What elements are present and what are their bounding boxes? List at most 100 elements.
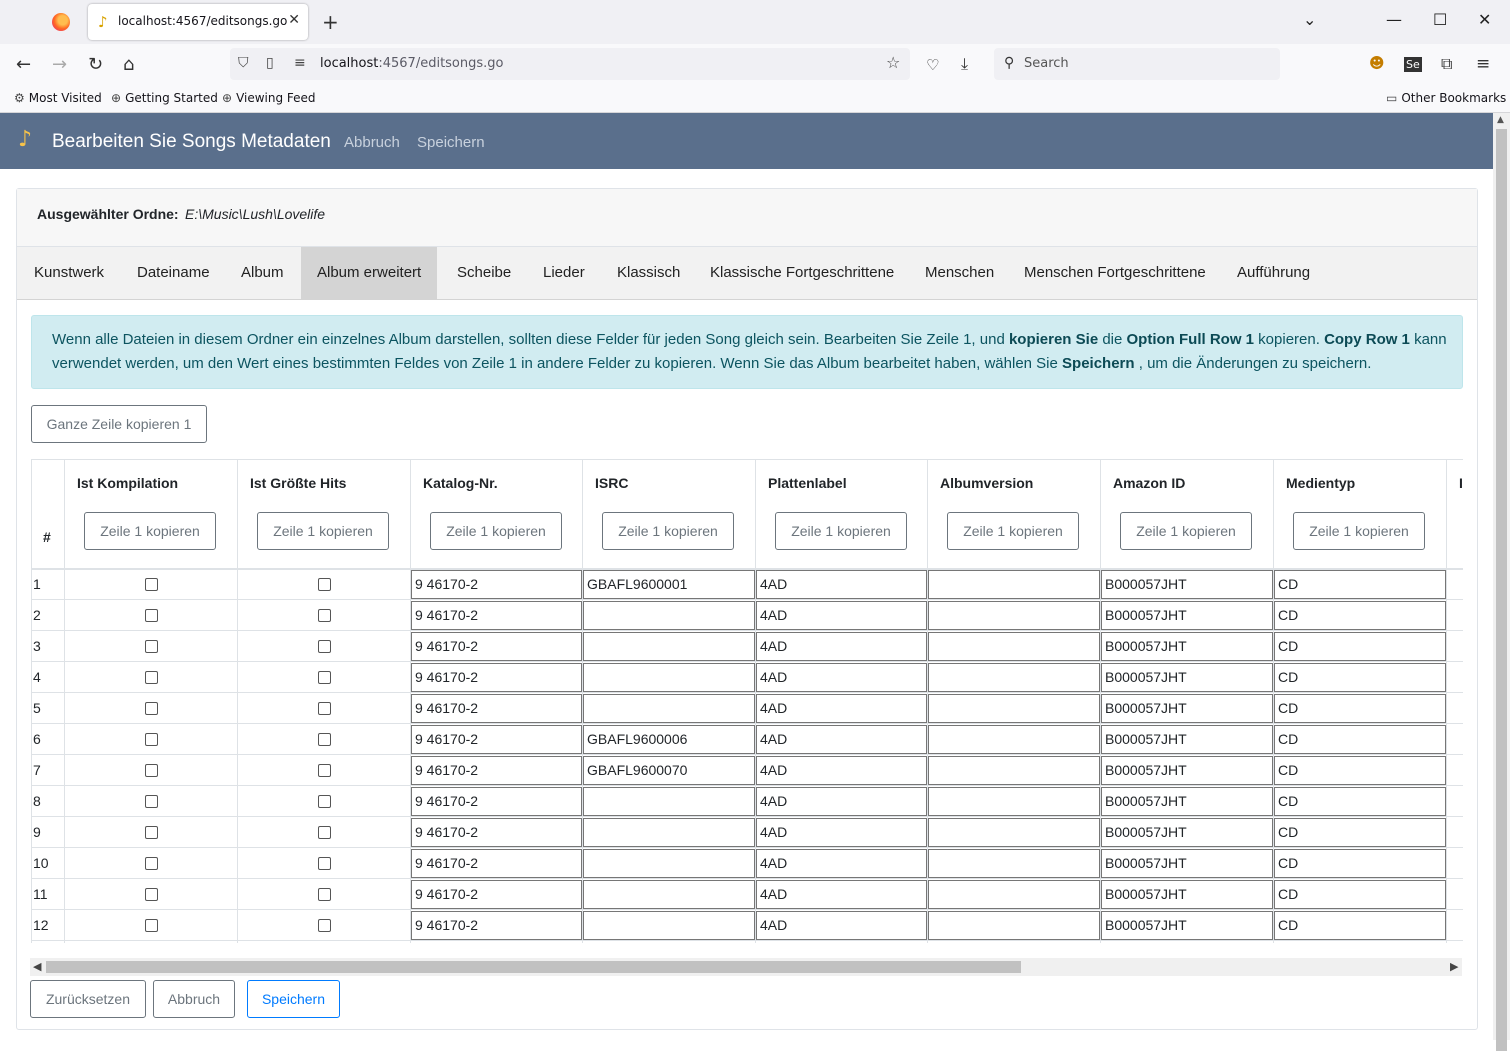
label-input[interactable]: 4AD <box>756 570 927 599</box>
browser-tab[interactable]: ♪ localhost:4567/editsongs.go ✕ <box>88 4 308 40</box>
scroll-left-icon[interactable]: ◀ <box>33 960 41 973</box>
copy-row1-button[interactable]: Zeile 1 kopieren <box>602 512 734 550</box>
tab-menschen-fortgeschrittene[interactable]: Menschen Fortgeschrittene <box>1008 247 1222 299</box>
pocket-icon[interactable]: ♡ <box>926 56 939 74</box>
label-input[interactable]: 4AD <box>756 694 927 723</box>
kompilation-checkbox[interactable] <box>145 702 158 715</box>
medium-input[interactable]: CD <box>1274 849 1446 878</box>
reset-button[interactable]: Zurücksetzen <box>30 980 146 1018</box>
save-button[interactable]: Speichern <box>247 980 340 1018</box>
nav-cancel-link[interactable]: Abbruch <box>344 134 400 151</box>
katalog-input[interactable]: 9 46170-2 <box>411 880 582 909</box>
bookmark-getting-started[interactable]: ⊕ Getting Started <box>111 91 218 105</box>
firefox-icon[interactable] <box>52 13 70 31</box>
version-input[interactable] <box>928 756 1100 785</box>
tab-scheibe[interactable]: Scheibe <box>441 247 527 299</box>
label-input[interactable]: 4AD <box>756 632 927 661</box>
minimize-icon[interactable]: — <box>1386 10 1402 29</box>
version-input[interactable] <box>928 663 1100 692</box>
kompilation-checkbox[interactable] <box>145 857 158 870</box>
version-input[interactable] <box>928 725 1100 754</box>
isrc-input[interactable] <box>583 601 755 630</box>
extension-icon[interactable]: ☻ <box>1369 54 1385 72</box>
label-input[interactable]: 4AD <box>756 818 927 847</box>
version-input[interactable] <box>928 570 1100 599</box>
medium-input[interactable]: CD <box>1274 725 1446 754</box>
copy-row1-button[interactable]: Zeile 1 kopieren <box>947 512 1079 550</box>
label-input[interactable]: 4AD <box>756 663 927 692</box>
amazon-input[interactable]: B000057JHT <box>1101 725 1273 754</box>
scrollbar-thumb[interactable] <box>46 961 1021 973</box>
katalog-input[interactable]: 9 46170-2 <box>411 663 582 692</box>
isrc-input[interactable] <box>583 787 755 816</box>
maximize-icon[interactable]: ☐ <box>1433 10 1447 29</box>
medium-input[interactable]: CD <box>1274 570 1446 599</box>
kompilation-checkbox[interactable] <box>145 826 158 839</box>
isrc-input[interactable]: GBAFL9600006 <box>583 725 755 754</box>
vertical-scrollbar[interactable]: ▲ <box>1493 113 1510 1051</box>
amazon-input[interactable]: B000057JHT <box>1101 818 1273 847</box>
katalog-input[interactable]: 9 46170-2 <box>411 632 582 661</box>
kompilation-checkbox[interactable] <box>145 640 158 653</box>
katalog-input[interactable]: 9 46170-2 <box>411 911 582 940</box>
bookmark-viewing-feed[interactable]: ⊕ Viewing Feed <box>222 91 316 105</box>
isrc-input[interactable] <box>583 849 755 878</box>
medium-input[interactable]: CD <box>1274 694 1446 723</box>
label-input[interactable]: 4AD <box>756 880 927 909</box>
home-icon[interactable]: ⌂ <box>123 54 134 75</box>
scroll-up-icon[interactable]: ▲ <box>1497 115 1504 125</box>
medium-input[interactable]: CD <box>1274 911 1446 940</box>
version-input[interactable] <box>928 787 1100 816</box>
version-input[interactable] <box>928 849 1100 878</box>
katalog-input[interactable]: 9 46170-2 <box>411 787 582 816</box>
label-input[interactable]: 4AD <box>756 849 927 878</box>
copy-row1-button[interactable]: Zeile 1 kopieren <box>1293 512 1425 550</box>
forward-icon[interactable]: → <box>52 54 67 75</box>
katalog-input[interactable]: 9 46170-2 <box>411 818 582 847</box>
scroll-right-icon[interactable]: ▶ <box>1450 960 1458 973</box>
hits-checkbox[interactable] <box>318 578 331 591</box>
download-icon[interactable]: ⤓ <box>961 54 968 74</box>
other-bookmarks[interactable]: ▭ Other Bookmarks <box>1386 91 1506 105</box>
hits-checkbox[interactable] <box>318 764 331 777</box>
amazon-input[interactable]: B000057JHT <box>1101 601 1273 630</box>
hits-checkbox[interactable] <box>318 795 331 808</box>
page-icon[interactable]: ▯ <box>266 55 274 71</box>
katalog-input[interactable]: 9 46170-2 <box>411 694 582 723</box>
amazon-input[interactable]: B000057JHT <box>1101 849 1273 878</box>
label-input[interactable]: 4AD <box>756 911 927 940</box>
search-bar[interactable]: ⚲ Search <box>994 48 1280 80</box>
nav-save-link[interactable]: Speichern <box>417 134 485 151</box>
permissions-icon[interactable]: ≡ <box>294 55 306 71</box>
isrc-input[interactable] <box>583 694 755 723</box>
close-tab-icon[interactable]: ✕ <box>288 12 300 28</box>
reload-icon[interactable]: ↻ <box>88 54 103 75</box>
isrc-input[interactable] <box>583 880 755 909</box>
tab-auffuehrung[interactable]: Aufführung <box>1221 247 1326 299</box>
label-input[interactable]: 4AD <box>756 787 927 816</box>
tab-menschen[interactable]: Menschen <box>909 247 1010 299</box>
label-input[interactable]: 4AD <box>756 601 927 630</box>
katalog-input[interactable]: 9 46170-2 <box>411 849 582 878</box>
copy-row1-button[interactable]: Zeile 1 kopieren <box>257 512 389 550</box>
amazon-input[interactable]: B000057JHT <box>1101 911 1273 940</box>
kompilation-checkbox[interactable] <box>145 795 158 808</box>
window-close-icon[interactable]: ✕ <box>1478 10 1491 29</box>
scrollbar-thumb[interactable] <box>1496 129 1507 1051</box>
menu-icon[interactable]: ≡ <box>1476 54 1490 74</box>
version-input[interactable] <box>928 632 1100 661</box>
isrc-input[interactable] <box>583 632 755 661</box>
katalog-input[interactable]: 9 46170-2 <box>411 725 582 754</box>
medium-input[interactable]: CD <box>1274 756 1446 785</box>
isrc-input[interactable] <box>583 663 755 692</box>
hits-checkbox[interactable] <box>318 826 331 839</box>
url-bar[interactable]: ⛉ ▯ ≡ localhost:4567/editsongs.go ☆ <box>230 48 910 80</box>
hits-checkbox[interactable] <box>318 888 331 901</box>
bookmark-most-visited[interactable]: ⚙ Most Visited <box>14 91 102 105</box>
tab-kunstwerk[interactable]: Kunstwerk <box>18 247 120 299</box>
extensions-puzzle-icon[interactable]: ⧉ <box>1441 54 1452 74</box>
app-title[interactable]: Bearbeiten Sie Songs Metadaten <box>52 131 331 153</box>
isrc-input[interactable]: GBAFL9600070 <box>583 756 755 785</box>
hits-checkbox[interactable] <box>318 919 331 932</box>
hits-checkbox[interactable] <box>318 702 331 715</box>
